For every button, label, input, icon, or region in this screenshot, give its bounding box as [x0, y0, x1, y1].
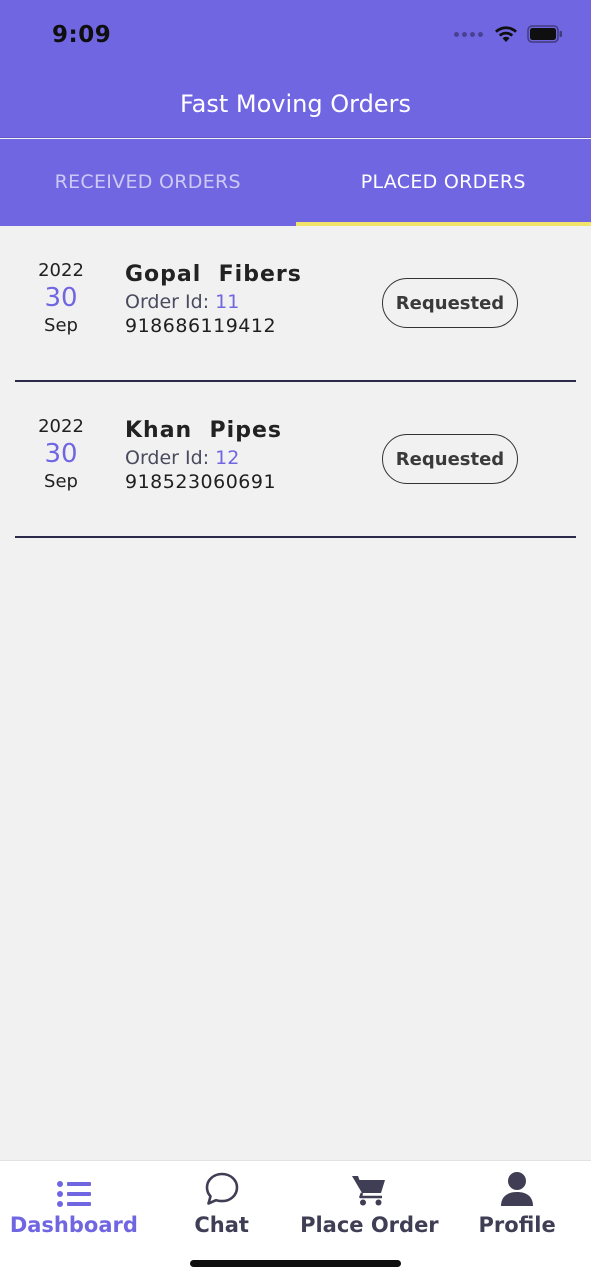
- order-date: 2022 30 Sep: [15, 416, 107, 492]
- wifi-icon: [495, 26, 517, 42]
- order-info: Gopal Fibers Order Id: 11 918686119412: [125, 262, 302, 337]
- order-party-name: Khan Pipes: [125, 418, 282, 443]
- status-bar: 9:09: [0, 0, 591, 76]
- order-id-line: Order Id: 12: [125, 447, 282, 469]
- page-title: Fast Moving Orders: [180, 90, 411, 118]
- order-info: Khan Pipes Order Id: 12 918523060691: [125, 418, 282, 493]
- status-badge[interactable]: Requested: [382, 278, 518, 328]
- nav-item-dashboard[interactable]: Dashboard: [0, 1161, 148, 1280]
- order-month: Sep: [44, 471, 78, 492]
- order-row[interactable]: 2022 30 Sep Gopal Fibers Order Id: 11 91…: [15, 226, 576, 382]
- list-icon: [56, 1181, 91, 1207]
- order-row[interactable]: 2022 30 Sep Khan Pipes Order Id: 12 9185…: [15, 382, 576, 538]
- app-header: Fast Moving Orders: [0, 76, 591, 138]
- nav-label: Profile: [478, 1213, 556, 1237]
- tab-received-orders[interactable]: RECEIVED ORDERS: [0, 139, 296, 226]
- order-year: 2022: [38, 260, 84, 281]
- cart-icon: [352, 1176, 386, 1206]
- chat-bubble-icon: [205, 1172, 238, 1205]
- tab-placed-orders[interactable]: PLACED ORDERS: [295, 139, 591, 226]
- status-icons: [454, 24, 563, 44]
- order-id-label: Order Id:: [125, 291, 210, 313]
- order-list: 2022 30 Sep Gopal Fibers Order Id: 11 91…: [0, 226, 591, 538]
- order-year: 2022: [38, 416, 84, 437]
- tab-label: RECEIVED ORDERS: [54, 171, 241, 193]
- status-badge[interactable]: Requested: [382, 434, 518, 484]
- tab-bar: RECEIVED ORDERS PLACED ORDERS: [0, 139, 591, 226]
- home-indicator[interactable]: [190, 1260, 401, 1267]
- order-phone: 918523060691: [125, 471, 277, 493]
- person-icon: [501, 1172, 534, 1206]
- order-party-name: Gopal Fibers: [125, 262, 302, 287]
- order-date: 2022 30 Sep: [15, 260, 107, 336]
- order-id-value: 11: [215, 291, 240, 313]
- order-phone: 918686119412: [125, 315, 277, 337]
- nav-label: Dashboard: [9, 1213, 138, 1237]
- order-id-label: Order Id:: [125, 447, 210, 469]
- order-id-line: Order Id: 11: [125, 291, 302, 313]
- signal-icon: [454, 31, 483, 37]
- nav-item-profile[interactable]: Profile: [443, 1161, 591, 1280]
- battery-icon: [527, 25, 562, 43]
- order-day: 30: [44, 283, 78, 313]
- order-day: 30: [44, 439, 78, 469]
- order-month: Sep: [44, 315, 78, 336]
- status-time: 9:09: [52, 22, 112, 48]
- nav-label: Chat: [194, 1213, 249, 1237]
- order-id-value: 12: [215, 447, 240, 469]
- tab-label: PLACED ORDERS: [360, 171, 526, 193]
- nav-label: Place Order: [300, 1213, 439, 1237]
